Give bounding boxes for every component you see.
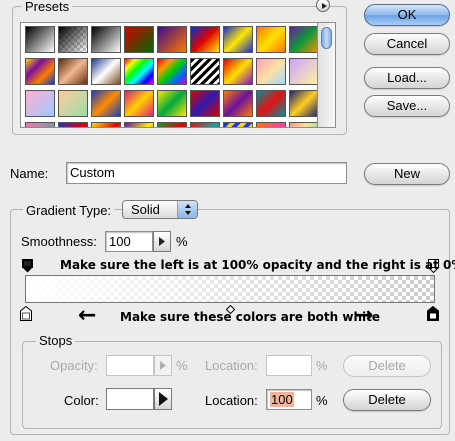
preset-swatch-orange-violet[interactable] — [223, 90, 253, 117]
right-arrow-icon: → — [355, 303, 374, 328]
gradient-preview-fill — [26, 276, 434, 302]
opacity-unit: % — [176, 358, 188, 373]
preset-swatch-blue-red-3[interactable] — [58, 122, 88, 127]
load-button[interactable]: Load... — [364, 67, 450, 89]
preset-swatch-grid — [20, 22, 318, 128]
color-stop-left-icon[interactable] — [20, 305, 32, 324]
name-field[interactable]: Custom — [66, 162, 347, 184]
preset-swatch-blue-yellow-stripes[interactable] — [223, 122, 253, 127]
preset-swatch-copper[interactable] — [58, 58, 88, 85]
preset-swatch-blue-orange-1[interactable] — [91, 90, 121, 117]
preset-swatch-pink-blue[interactable] — [25, 90, 55, 117]
presets-label: Presets — [22, 0, 73, 14]
preset-swatch-pastel[interactable] — [256, 58, 286, 85]
preset-swatch-transparent-rainbow[interactable] — [157, 58, 187, 85]
preset-swatch-yellow-red-3[interactable] — [91, 122, 121, 127]
preset-swatch-yellow-violet-orange-blue[interactable] — [25, 58, 55, 85]
preset-swatch-orange-yellow-orange[interactable] — [256, 26, 286, 53]
preset-swatch-navy-gold[interactable] — [289, 90, 317, 117]
smoothness-field[interactable]: 100 — [105, 231, 153, 252]
color-delete-button[interactable]: Delete — [343, 389, 431, 411]
color-location-unit: % — [316, 393, 328, 408]
preset-swatch-container — [21, 23, 317, 127]
preset-swatch-spectrum[interactable] — [124, 58, 154, 85]
preset-swatch-peach-green[interactable] — [58, 90, 88, 117]
preset-swatch-violet-orange[interactable] — [157, 26, 187, 53]
color-swatch[interactable] — [106, 388, 154, 410]
preset-scrollbar[interactable] — [318, 22, 336, 128]
ok-button[interactable]: OK — [364, 4, 450, 26]
preset-swatch-violet-yellow[interactable] — [124, 122, 154, 127]
preset-swatch-lilac-yellow[interactable] — [289, 58, 317, 85]
gradient-type-select[interactable]: Solid — [122, 200, 198, 219]
left-arrow-icon: ← — [78, 303, 97, 328]
name-label: Name: — [10, 166, 49, 181]
preset-swatch-red-blue[interactable] — [190, 90, 220, 117]
opacity-label: Opacity: — [50, 358, 98, 373]
color-menu-icon[interactable] — [154, 388, 172, 410]
preset-swatch-blue-red-yellow[interactable] — [190, 26, 220, 53]
select-arrows-icon — [177, 201, 197, 218]
opacity-field[interactable] — [106, 355, 154, 376]
preset-swatch-magenta-yellow[interactable] — [124, 90, 154, 117]
preset-swatch-green-red[interactable] — [157, 122, 187, 127]
color-label: Color: — [64, 393, 99, 408]
gradient-type-label: Gradient Type: — [23, 203, 115, 218]
smoothness-unit: % — [176, 234, 188, 249]
opacity-note: Make sure the left is at 100% opacity an… — [60, 258, 455, 272]
stops-label: Stops — [36, 333, 76, 348]
cancel-button[interactable]: Cancel — [364, 33, 450, 55]
opacity-delete-button[interactable]: Delete — [343, 355, 431, 377]
opacity-location-label: Location: — [205, 358, 258, 373]
preset-swatch-foreground-to-transparent[interactable] — [58, 26, 88, 53]
opacity-location-field[interactable] — [266, 355, 312, 376]
gradient-preview-bar[interactable] — [25, 275, 435, 303]
save-button[interactable]: Save... — [364, 95, 450, 117]
preset-swatch-violet-green-orange[interactable] — [289, 26, 317, 53]
preset-swatch-red-yellow-violet[interactable] — [223, 58, 253, 85]
color-location-field[interactable]: 100 — [266, 389, 312, 410]
preset-swatch-transparent-stripes[interactable] — [190, 58, 220, 85]
preset-swatch-chrome[interactable] — [91, 58, 121, 85]
preset-swatch-teal-red[interactable] — [256, 90, 286, 117]
preset-swatch-black-white[interactable] — [91, 26, 121, 53]
preset-swatch-orange-pink[interactable] — [256, 122, 286, 127]
opacity-location-unit: % — [316, 358, 328, 373]
preset-swatch-red-teal[interactable] — [190, 122, 220, 127]
color-location-label: Location: — [205, 393, 258, 408]
preset-swatch-foreground-to-background[interactable] — [25, 26, 55, 53]
opacity-stepper-icon[interactable] — [154, 355, 172, 376]
smoothness-label: Smoothness: — [21, 234, 97, 249]
new-button[interactable]: New — [364, 163, 450, 185]
colors-note: Make sure these colors are both white — [120, 310, 381, 324]
gradient-type-value: Solid — [131, 202, 160, 217]
color-stop-right-icon[interactable] — [427, 305, 439, 324]
preset-swatch-pastel-rainbow[interactable] — [289, 122, 317, 127]
color-location-value: 100 — [270, 392, 294, 407]
preset-swatch-yellow-green[interactable] — [157, 90, 187, 117]
preset-swatch-red-green[interactable] — [124, 26, 154, 53]
opacity-stop-left-icon[interactable] — [22, 259, 33, 276]
preset-swatch-blue-yellow-blue[interactable] — [223, 26, 253, 53]
presets-menu-icon[interactable] — [316, 0, 330, 12]
preset-scrollbar-thumb[interactable] — [321, 27, 332, 49]
preset-swatch-pink-teal[interactable] — [25, 122, 55, 127]
smoothness-stepper-icon[interactable] — [153, 231, 171, 252]
